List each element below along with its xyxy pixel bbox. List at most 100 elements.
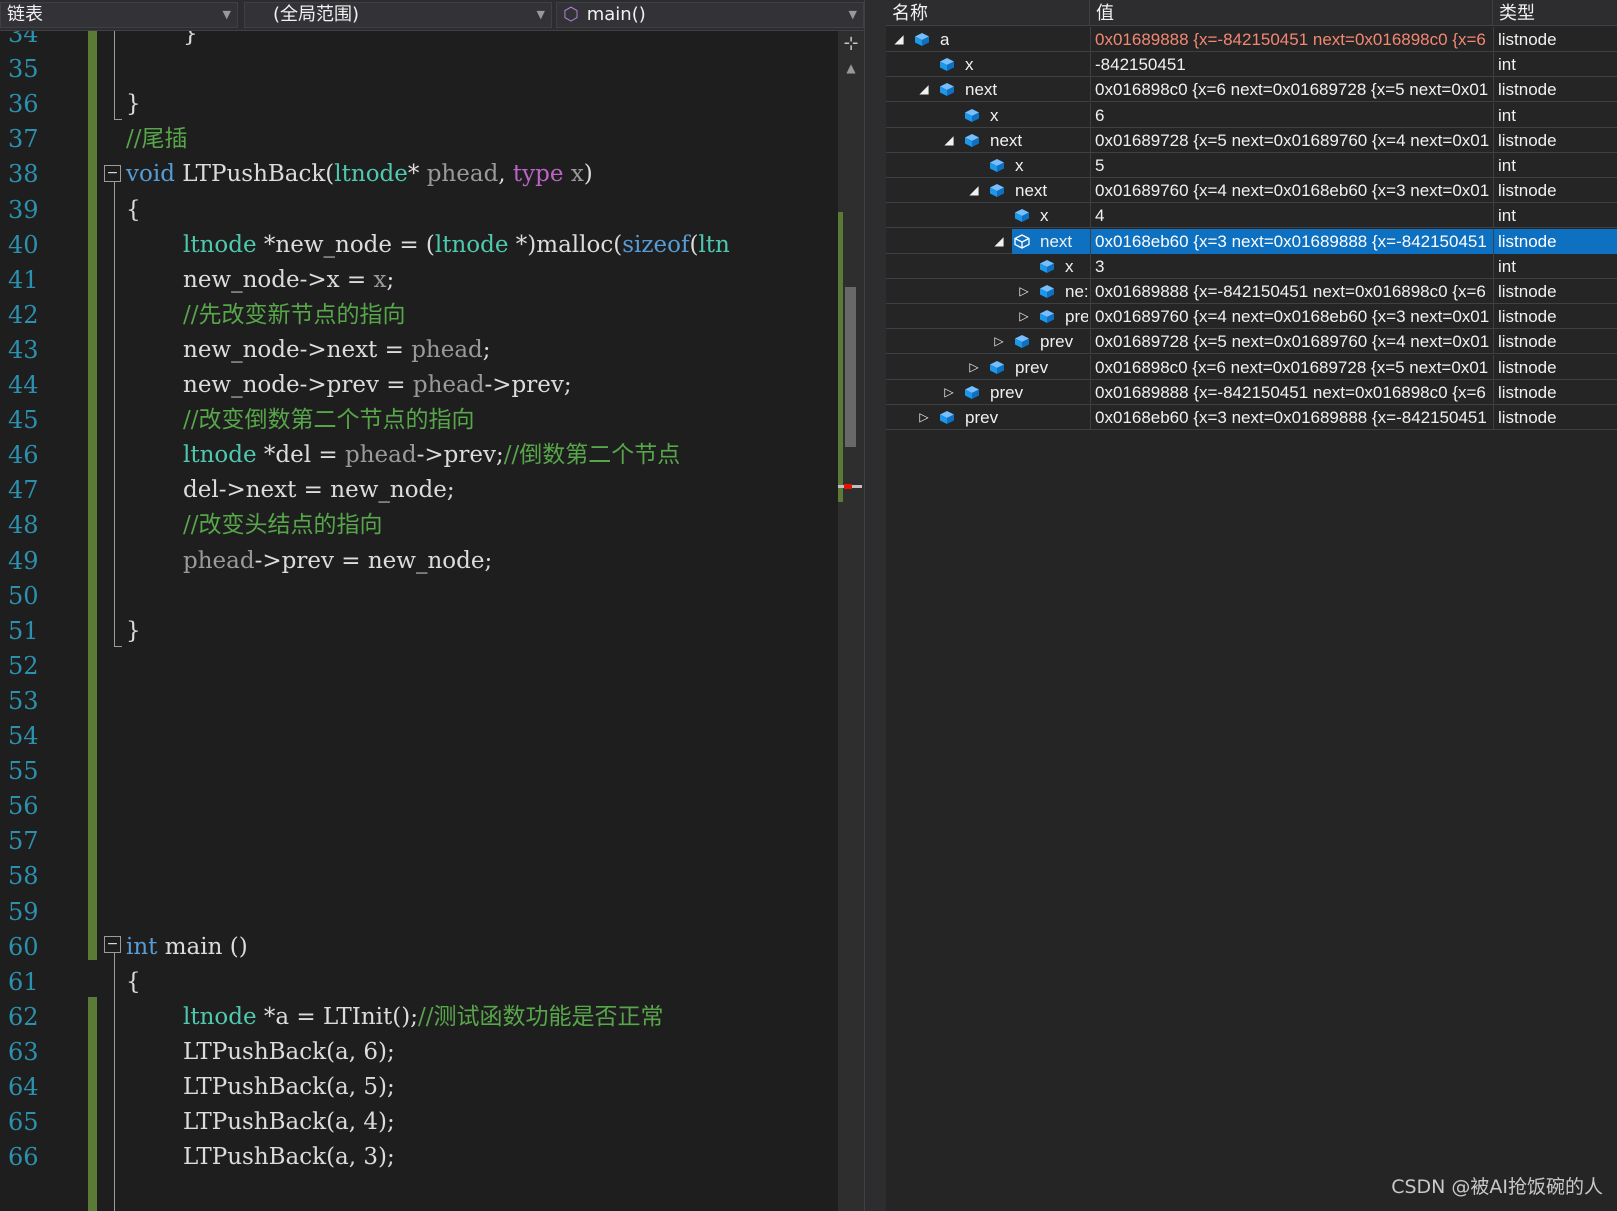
- watch-row[interactable]: ▷ pre 0x01689760 {x=4 next=0x0168eb60 {x=3…: [886, 304, 1617, 330]
- code-line[interactable]: 60 int main (): [0, 929, 866, 965]
- code-text: int main (): [126, 929, 248, 965]
- watch-row[interactable]: ▷ ne: 0x01689888 {x=-842150451 next=0x0168…: [886, 279, 1617, 304]
- collapse-arrow-icon[interactable]: ◢: [942, 128, 956, 153]
- code-line[interactable]: 40 ltnode *new_node = (ltnode *)malloc(si…: [0, 227, 866, 263]
- vertical-scrollbar[interactable]: [838, 31, 864, 1211]
- code-line[interactable]: 56: [0, 788, 866, 824]
- code-token: new_node->prev =: [183, 372, 413, 398]
- watch-row[interactable]: ◢ a 0x01689888 {x=-842150451 next=0x016898…: [886, 27, 1617, 52]
- code-line[interactable]: 41 new_node->x = x;: [0, 262, 866, 298]
- line-number: 51: [8, 616, 39, 645]
- expand-arrow-icon[interactable]: ▷: [967, 355, 981, 380]
- code-line[interactable]: 52: [0, 648, 866, 684]
- collapse-arrow-icon[interactable]: ◢: [992, 229, 1006, 254]
- code-line[interactable]: 42 //先改变新节点的指向: [0, 297, 866, 333]
- collapse-arrow-icon[interactable]: ◢: [892, 27, 906, 52]
- expand-arrow-icon[interactable]: ▷: [992, 329, 1006, 354]
- scroll-up-arrow-icon[interactable]: ▲: [844, 62, 858, 74]
- code-line[interactable]: 66 LTPushBack(a, 3);: [0, 1139, 866, 1175]
- code-line[interactable]: 49 phead->prev = new_node;: [0, 543, 866, 579]
- code-line[interactable]: 48 //改变头结点的指向: [0, 507, 866, 543]
- code-line[interactable]: 55: [0, 753, 866, 789]
- watch-row[interactable]: ▷ prev 0x0168eb60 {x=3 next=0x01689888 {x=…: [886, 405, 1617, 430]
- collapse-region-icon[interactable]: −: [104, 165, 121, 182]
- code-line[interactable]: 38 void LTPushBack(ltnode* phead, type x): [0, 156, 866, 192]
- watch-value[interactable]: 0x01689888 {x=-842150451 next=0x016898c0…: [1090, 27, 1493, 52]
- code-line[interactable]: 46 ltnode *del = phead->prev;//倒数第二个节点: [0, 437, 866, 473]
- collapse-arrow-icon[interactable]: ◢: [967, 178, 981, 203]
- watch-row[interactable]: x 4 int: [886, 203, 1617, 229]
- chevron-down-icon: ▼: [222, 8, 231, 21]
- watch-type: listnode: [1493, 405, 1617, 430]
- watch-value[interactable]: 0x0168eb60 {x=3 next=0x01689888 {x=-8421…: [1090, 405, 1493, 430]
- code-token: ltnode: [183, 1003, 257, 1030]
- code-line[interactable]: 62 ltnode *a = LTInit();//测试函数功能是否正常: [0, 999, 866, 1035]
- scope-dropdown[interactable]: (全局范围) ▼: [244, 2, 552, 28]
- watch-row[interactable]: ◢ next 0x016898c0 {x=6 next=0x01689728 {x=…: [886, 77, 1617, 103]
- code-line[interactable]: 45 //改变倒数第二个节点的指向: [0, 402, 866, 438]
- watch-value[interactable]: 3: [1090, 253, 1493, 279]
- column-header-value[interactable]: 值: [1090, 0, 1493, 26]
- code-line[interactable]: 61 {: [0, 964, 866, 1000]
- code-line[interactable]: 58: [0, 858, 866, 894]
- split-window-icon[interactable]: ⊹: [843, 34, 859, 54]
- watch-value[interactable]: 0x0168eb60 {x=3 next=0x01689888 {x=-8421…: [1090, 228, 1493, 254]
- code-line[interactable]: 53: [0, 683, 866, 719]
- expand-arrow-icon[interactable]: ▷: [942, 380, 956, 405]
- code-line[interactable]: 51}: [0, 613, 866, 649]
- code-line[interactable]: 64 LTPushBack(a, 5);: [0, 1069, 866, 1105]
- watch-value[interactable]: 6: [1090, 102, 1493, 128]
- watch-value[interactable]: 0x016898c0 {x=6 next=0x01689728 {x=5 nex…: [1090, 77, 1493, 103]
- watch-value[interactable]: 4: [1090, 203, 1493, 229]
- watch-row[interactable]: x 3 int: [886, 253, 1617, 279]
- expand-arrow-icon[interactable]: ▷: [1017, 304, 1031, 329]
- code-text: //改变倒数第二个节点的指向: [183, 402, 475, 438]
- watch-row[interactable]: ◢ next 0x01689760 {x=4 next=0x0168eb60 {x=…: [886, 178, 1617, 204]
- expand-arrow-icon[interactable]: ▷: [917, 405, 931, 430]
- watch-value[interactable]: 0x01689760 {x=4 next=0x0168eb60 {x=3 nex…: [1090, 304, 1493, 330]
- member-dropdown[interactable]: ⬡ main() ▼: [556, 2, 864, 28]
- watch-value[interactable]: 0x01689728 {x=5 next=0x01689760 {x=4 nex…: [1090, 329, 1493, 355]
- watch-row[interactable]: x 6 int: [886, 102, 1617, 128]
- watch-row[interactable]: x 5 int: [886, 153, 1617, 178]
- watch-value[interactable]: 0x01689888 {x=-842150451 next=0x016898c0…: [1090, 279, 1493, 304]
- watch-row[interactable]: ◢ next 0x01689728 {x=5 next=0x01689760 {x=…: [886, 127, 1617, 153]
- code-line[interactable]: 36}: [0, 86, 866, 122]
- pane-splitter[interactable]: [864, 0, 886, 1211]
- code-line[interactable]: 37 //尾插: [0, 121, 866, 157]
- watch-value[interactable]: 0x01689728 {x=5 next=0x01689760 {x=4 nex…: [1090, 127, 1493, 153]
- line-number: 36: [8, 90, 39, 119]
- watch-value[interactable]: -842150451: [1090, 52, 1493, 78]
- column-header-name[interactable]: 名称: [886, 0, 1090, 26]
- expand-arrow-icon[interactable]: ▷: [1017, 279, 1031, 304]
- code-editor[interactable]: 链表 ▼ (全局范围) ▼ ⬡ main() ▼ 34} 35 36} 37//尾插 38…: [0, 0, 890, 1211]
- code-line[interactable]: 54: [0, 718, 866, 754]
- collapse-region-icon[interactable]: −: [104, 936, 121, 953]
- code-line[interactable]: 35: [0, 51, 866, 87]
- code-area[interactable]: 34} 35 36} 37//尾插 38 void LTPushBack(ltnode* …: [0, 31, 866, 1211]
- watch-row[interactable]: ◢ next 0x0168eb60 {x=3 next=0x01689888 {x=…: [886, 228, 1617, 254]
- watch-value[interactable]: 5: [1090, 153, 1493, 178]
- watch-value[interactable]: 0x01689888 {x=-842150451 next=0x016898c0…: [1090, 379, 1493, 405]
- collapse-arrow-icon[interactable]: ◢: [917, 77, 931, 102]
- code-line[interactable]: 50: [0, 578, 866, 614]
- watch-value[interactable]: 0x01689760 {x=4 next=0x0168eb60 {x=3 nex…: [1090, 178, 1493, 204]
- code-line[interactable]: 43 new_node->next = phead;: [0, 332, 866, 368]
- watch-row[interactable]: ▷ prev 0x01689888 {x=-842150451 next=0x016…: [886, 379, 1617, 405]
- scrollbar-thumb[interactable]: [845, 287, 856, 447]
- watch-row[interactable]: ▷ prev 0x016898c0 {x=6 next=0x01689728 {x=…: [886, 354, 1617, 380]
- project-dropdown[interactable]: 链表 ▼: [0, 2, 238, 28]
- code-line[interactable]: 44 new_node->prev = phead->prev;: [0, 367, 866, 403]
- code-line[interactable]: 57: [0, 823, 866, 859]
- code-line[interactable]: 65 LTPushBack(a, 4);: [0, 1104, 866, 1140]
- column-header-type[interactable]: 类型: [1493, 0, 1617, 26]
- code-line[interactable]: 47 del->next = new_node;: [0, 472, 866, 508]
- watch-window[interactable]: 名称 值 类型 ◢ a 0x01689888 {x=-842150451 next=…: [886, 0, 1617, 1211]
- code-line[interactable]: 34}: [0, 31, 866, 52]
- code-line[interactable]: 63 LTPushBack(a, 6);: [0, 1034, 866, 1070]
- code-line[interactable]: 59: [0, 894, 866, 930]
- watch-row[interactable]: x -842150451 int: [886, 52, 1617, 78]
- watch-value[interactable]: 0x016898c0 {x=6 next=0x01689728 {x=5 nex…: [1090, 354, 1493, 380]
- watch-row[interactable]: ▷ prev 0x01689728 {x=5 next=0x01689760 {x=…: [886, 329, 1617, 355]
- code-line[interactable]: 39 {: [0, 192, 866, 228]
